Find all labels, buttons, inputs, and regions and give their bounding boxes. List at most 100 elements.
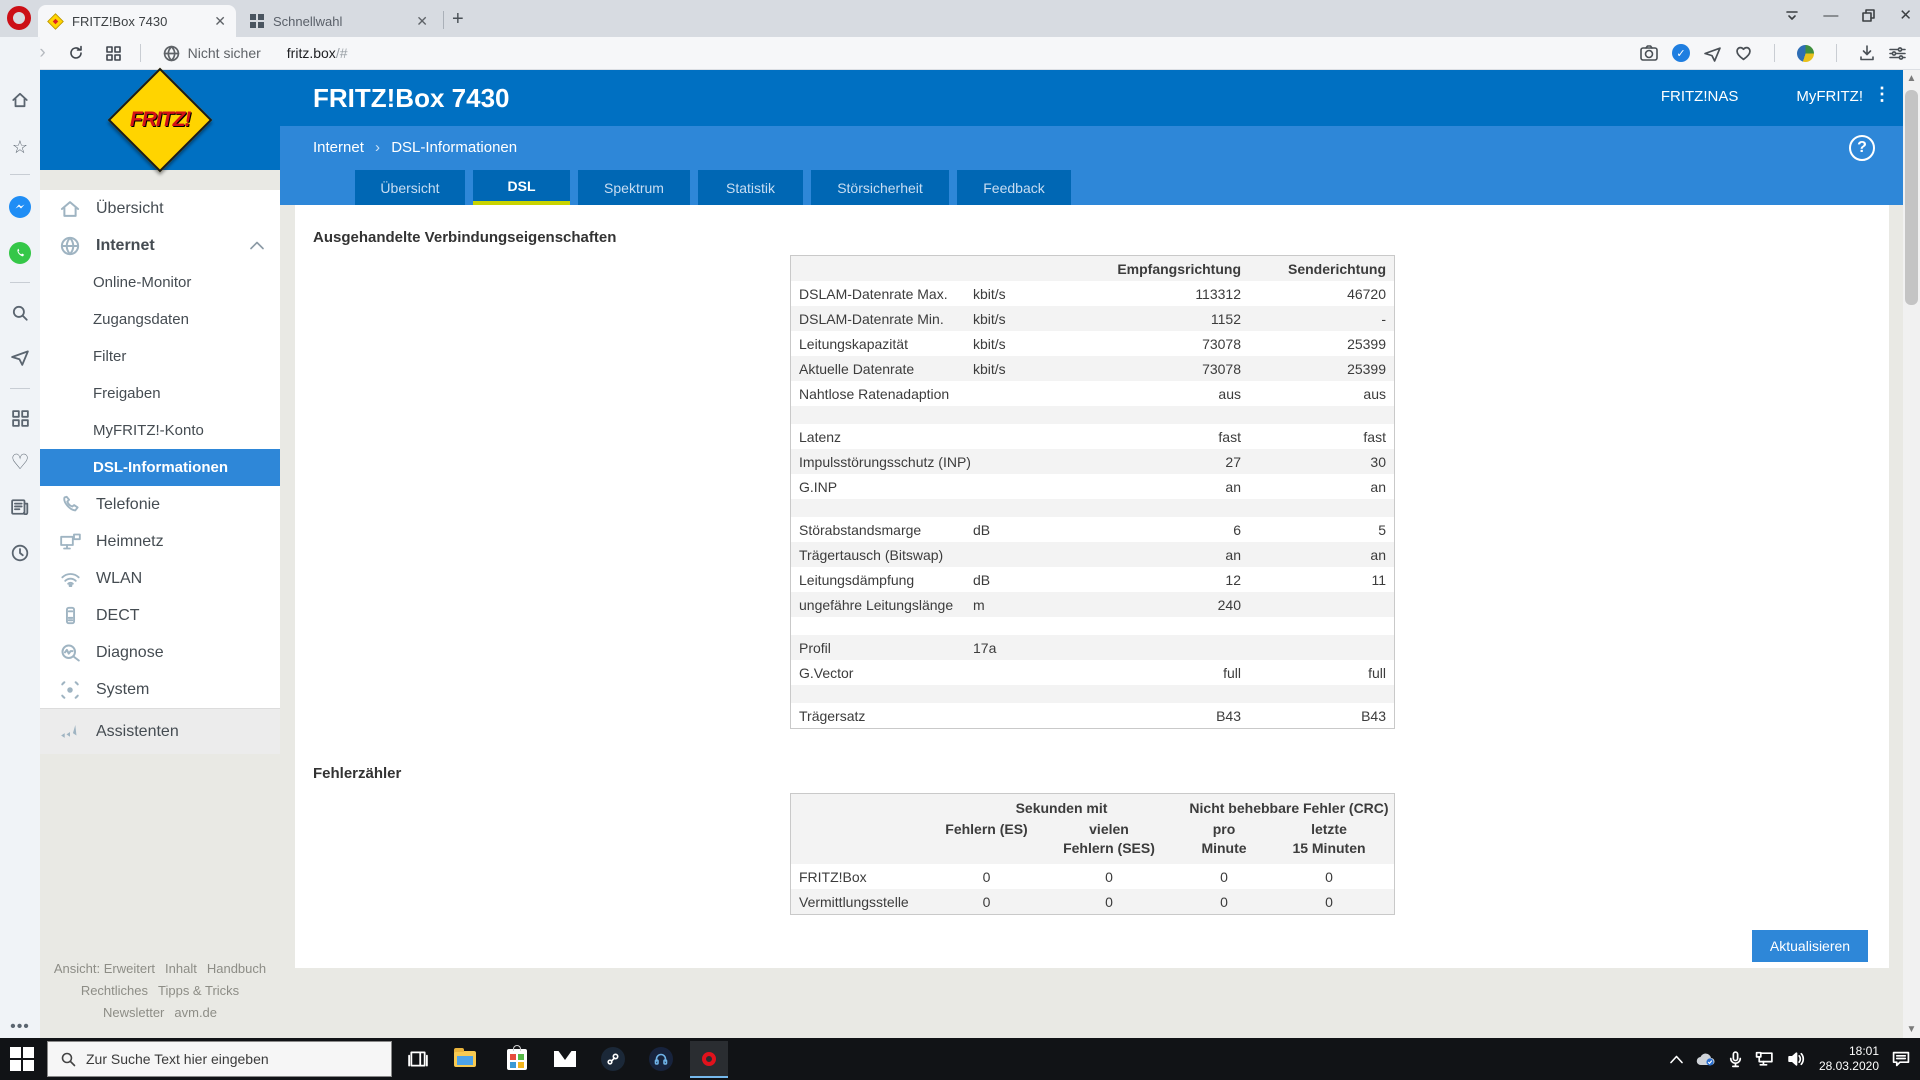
mail-icon[interactable] bbox=[549, 1043, 581, 1075]
sidebar-settings-dots-icon[interactable]: ••• bbox=[8, 1015, 32, 1039]
extensions-grid-icon[interactable] bbox=[8, 406, 32, 430]
footer-link-rechtliches[interactable]: Rechtliches bbox=[81, 983, 148, 998]
fritznas-link[interactable]: FRITZ!NAS bbox=[1661, 88, 1739, 105]
help-icon[interactable]: ? bbox=[1849, 135, 1875, 161]
nav-uebersicht[interactable]: Übersicht bbox=[40, 190, 280, 227]
nav-freigaben[interactable]: Freigaben bbox=[40, 375, 280, 412]
restore-icon[interactable] bbox=[1862, 9, 1875, 22]
nav-assistenten[interactable]: Assistenten bbox=[40, 708, 280, 754]
favorites-heart-icon[interactable]: ♡ bbox=[8, 450, 32, 474]
opera-taskbar-icon[interactable] bbox=[690, 1041, 728, 1078]
extension-icon[interactable] bbox=[1797, 45, 1814, 62]
page-title: FRITZ!Box 7430 bbox=[313, 83, 510, 114]
nav-heimnetz[interactable]: Heimnetz bbox=[40, 523, 280, 560]
minimize-icon[interactable]: — bbox=[1823, 7, 1838, 24]
table-row bbox=[791, 406, 1394, 424]
wizard-steps-icon bbox=[57, 719, 83, 745]
refresh-button[interactable]: Aktualisieren bbox=[1752, 930, 1868, 962]
scrollbar-down-arrow[interactable]: ▼ bbox=[1903, 1021, 1920, 1038]
error-counter-table: Sekunden mit Nicht behebbare Fehler (CRC… bbox=[790, 793, 1395, 915]
tray-expand-chevron-icon[interactable] bbox=[1670, 1055, 1683, 1064]
system-icon bbox=[57, 677, 83, 703]
my-flow-send-icon[interactable] bbox=[8, 345, 32, 369]
footer-link-avmde[interactable]: avm.de bbox=[174, 1005, 217, 1020]
bookmarks-star-icon[interactable]: ☆ bbox=[8, 135, 32, 159]
steam-icon[interactable] bbox=[597, 1043, 629, 1075]
tab-close-icon[interactable]: ✕ bbox=[416, 13, 428, 30]
footer-link-tipps[interactable]: Tipps & Tricks bbox=[158, 983, 239, 998]
speed-dial-home-icon[interactable] bbox=[8, 88, 32, 112]
browser-tab-active[interactable]: FRITZ!Box 7430 ✕ bbox=[38, 5, 236, 37]
security-label: Nicht sicher bbox=[188, 45, 261, 61]
easy-setup-sliders-icon[interactable] bbox=[1889, 46, 1906, 61]
snapshot-camera-icon[interactable] bbox=[1640, 45, 1658, 61]
my-flow-icon[interactable] bbox=[1704, 45, 1721, 62]
diagnose-icon bbox=[57, 640, 83, 666]
forward-icon[interactable]: › bbox=[39, 42, 45, 64]
nav-wlan[interactable]: WLAN bbox=[40, 560, 280, 597]
myfritz-link[interactable]: MyFRITZ! bbox=[1796, 88, 1863, 105]
nav-online-monitor[interactable]: Online-Monitor bbox=[40, 264, 280, 301]
new-tab-button[interactable]: + bbox=[452, 8, 464, 31]
tab-search-icon[interactable] bbox=[1785, 8, 1799, 22]
page-scrollbar[interactable]: ▲ ▼ bbox=[1903, 70, 1920, 1038]
news-icon[interactable] bbox=[8, 495, 32, 519]
microsoft-store-icon[interactable] bbox=[501, 1043, 533, 1075]
tab-divider bbox=[443, 11, 444, 29]
nav-diagnose[interactable]: Diagnose bbox=[40, 634, 280, 671]
tab-title: Schnellwahl bbox=[273, 14, 342, 29]
history-clock-icon[interactable] bbox=[8, 541, 32, 565]
speeddial-icon[interactable] bbox=[106, 46, 121, 61]
browser-tab-schnellwahl[interactable]: Schnellwahl ✕ bbox=[240, 5, 438, 37]
nav-dect[interactable]: DECT bbox=[40, 597, 280, 634]
tab-feedback[interactable]: Feedback bbox=[957, 170, 1071, 205]
nav-dsl-informationen[interactable]: DSL-Informationen bbox=[40, 449, 280, 486]
footer-link-handbuch[interactable]: Handbuch bbox=[207, 961, 266, 976]
nav-internet[interactable]: Internet bbox=[40, 227, 280, 264]
taskbar-search-box[interactable]: Zur Suche Text hier eingeben bbox=[47, 1041, 392, 1077]
close-window-icon[interactable]: ✕ bbox=[1899, 6, 1912, 24]
main-nav: Übersicht Internet Online-Monitor Zugang… bbox=[40, 190, 280, 750]
nav-myfritz-konto[interactable]: MyFRITZ!-Konto bbox=[40, 412, 280, 449]
bookmark-heart-icon[interactable] bbox=[1735, 45, 1752, 61]
action-center-icon[interactable] bbox=[1892, 1051, 1910, 1067]
nav-system[interactable]: System bbox=[40, 671, 280, 708]
url-field[interactable]: fritz.box/# bbox=[287, 45, 348, 61]
onedrive-cloud-icon[interactable] bbox=[1696, 1052, 1716, 1066]
nav-telefonie[interactable]: Telefonie bbox=[40, 486, 280, 523]
reload-icon[interactable] bbox=[68, 45, 84, 61]
tab-dsl[interactable]: DSL bbox=[473, 170, 570, 205]
tab-uebersicht[interactable]: Übersicht bbox=[355, 170, 465, 205]
footer-link-ansicht[interactable]: Ansicht: Erweitert bbox=[54, 961, 155, 976]
search-icon[interactable] bbox=[8, 301, 32, 325]
site-security-chip[interactable]: Nicht sicher bbox=[163, 45, 261, 62]
breadcrumb-section[interactable]: Internet bbox=[313, 139, 364, 156]
whatsapp-icon[interactable] bbox=[8, 241, 32, 265]
nav-filter[interactable]: Filter bbox=[40, 338, 280, 375]
task-view-icon[interactable] bbox=[402, 1043, 434, 1075]
footer-link-newsletter[interactable]: Newsletter bbox=[103, 1005, 164, 1020]
downloads-icon[interactable] bbox=[1859, 45, 1875, 61]
scrollbar-up-arrow[interactable]: ▲ bbox=[1903, 70, 1920, 87]
tab-statistik[interactable]: Statistik bbox=[698, 170, 803, 205]
nav-zugangsdaten[interactable]: Zugangsdaten bbox=[40, 301, 280, 338]
taskbar-clock[interactable]: 18:01 28.03.2020 bbox=[1819, 1044, 1879, 1074]
start-button[interactable] bbox=[10, 1047, 34, 1071]
opera-menu-button[interactable] bbox=[7, 6, 31, 30]
file-explorer-icon[interactable] bbox=[449, 1043, 481, 1075]
tab-spektrum[interactable]: Spektrum bbox=[578, 170, 690, 205]
volume-speaker-icon[interactable] bbox=[1787, 1051, 1806, 1067]
verified-badge-icon[interactable]: ✓ bbox=[1672, 44, 1690, 62]
footer-link-inhalt[interactable]: Inhalt bbox=[165, 961, 197, 976]
messenger-icon[interactable] bbox=[8, 195, 32, 219]
microphone-icon[interactable] bbox=[1729, 1051, 1742, 1068]
network-ethernet-icon[interactable] bbox=[1755, 1051, 1774, 1067]
tab-stoersicherheit[interactable]: Störsicherheit bbox=[811, 170, 949, 205]
header-menu-kebab-icon[interactable]: ⋮ bbox=[1873, 84, 1891, 105]
scrollbar-thumb[interactable] bbox=[1905, 90, 1918, 305]
error-table-row: FRITZ!Box 0 0 0 0 bbox=[791, 864, 1394, 889]
tab-close-icon[interactable]: ✕ bbox=[214, 13, 226, 30]
voice-app-icon[interactable] bbox=[645, 1043, 677, 1075]
divider bbox=[1774, 44, 1775, 62]
main-content: Ausgehandelte Verbindungseigenschaften E… bbox=[295, 205, 1889, 968]
